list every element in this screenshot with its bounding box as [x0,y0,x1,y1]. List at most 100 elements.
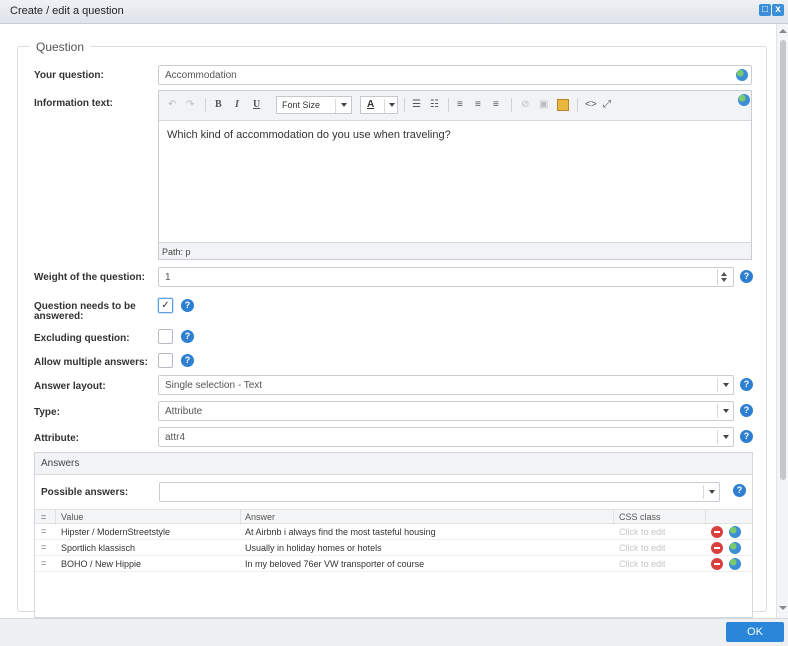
select-divider [335,99,336,113]
scrollbar-thumb[interactable] [780,40,786,480]
help-icon[interactable]: ? [740,378,753,391]
ok-button[interactable]: OK [726,622,784,642]
stepper-down-icon[interactable] [721,278,727,282]
underline-button[interactable]: U [253,99,260,110]
image-icon[interactable]: ▣ [539,99,548,110]
editor-toolbar: ↶ ↷ B I U Font Size A ☰ ☷ ≡ ≡ ≡ ⊘ ▣ <> ⤢ [159,91,751,121]
globe-icon[interactable] [729,526,741,538]
weight-value: 1 [165,272,171,283]
help-icon[interactable]: ? [733,484,746,497]
table-row[interactable]: = BOHO / New Hippie In my beloved 76er V… [35,556,752,572]
redo-icon[interactable]: ↷ [186,99,194,110]
align-left-icon[interactable]: ≡ [457,99,463,110]
help-icon[interactable]: ? [181,330,194,343]
rich-text-editor[interactable]: ↶ ↷ B I U Font Size A ☰ ☷ ≡ ≡ ≡ ⊘ ▣ <> ⤢… [158,90,752,260]
select-divider [384,99,385,113]
table-header-row: = Value Answer CSS class [35,509,752,525]
column-header-answer[interactable]: Answer [245,512,275,522]
type-label: Type: [34,407,60,418]
answer-text-cell[interactable]: At Airbnb i always find the most tastefu… [245,527,436,537]
window-titlebar: Create / edit a question □ x [0,0,788,24]
link-icon[interactable]: ⊘ [521,99,529,110]
delete-icon[interactable] [711,558,723,570]
fullscreen-icon[interactable]: ⤢ [603,99,611,110]
globe-icon[interactable] [738,94,750,106]
close-button[interactable]: x [772,4,784,16]
globe-icon[interactable] [729,542,741,554]
editor-path: Path: p [159,242,751,259]
scroll-down-icon[interactable] [779,606,787,610]
toolbar-divider [205,98,206,112]
column-header-value[interactable]: Value [61,512,83,522]
bold-button[interactable]: B [215,99,222,110]
delete-icon[interactable] [711,526,723,538]
chevron-down-icon [709,490,715,494]
italic-button[interactable]: I [235,99,239,110]
css-class-cell[interactable]: Click to edit [619,527,666,537]
delete-icon[interactable] [711,542,723,554]
stepper-up-icon[interactable] [721,272,727,276]
code-icon[interactable]: <> [585,99,597,110]
column-divider [55,510,56,525]
align-right-icon[interactable]: ≡ [493,99,499,110]
css-class-cell[interactable]: Click to edit [619,543,666,553]
bullet-list-icon[interactable]: ☰ [412,99,421,110]
help-icon[interactable]: ? [740,404,753,417]
type-value: Attribute [165,406,203,417]
help-icon[interactable]: ? [740,270,753,283]
numbered-list-icon[interactable]: ☷ [430,99,439,110]
your-question-input[interactable]: Accommodation [158,65,752,85]
answer-layout-select[interactable]: Single selection - Text [158,375,734,395]
column-header-css-class[interactable]: CSS class [619,512,661,522]
font-color-select[interactable]: A [360,96,398,114]
answer-text-cell[interactable]: Usually in holiday homes or hotels [245,543,382,553]
chevron-down-icon [389,103,395,107]
answer-value-cell[interactable]: Sportlich klassisch [61,543,135,553]
help-icon[interactable]: ? [181,354,194,367]
table-row[interactable]: = Sportlich klassisch Usually in holiday… [35,540,752,556]
weight-stepper[interactable] [717,269,731,285]
font-size-label: Font Size [282,100,321,110]
excluding-label: Excluding question: [34,333,130,344]
drag-handle-icon[interactable]: = [41,542,46,552]
answer-value-cell[interactable]: BOHO / New Hippie [61,559,141,569]
select-divider [717,404,718,418]
font-size-select[interactable]: Font Size [276,96,352,114]
answer-text-cell[interactable]: In my beloved 76er VW transporter of cou… [245,559,424,569]
css-class-cell[interactable]: Click to edit [619,559,666,569]
toolbar-divider [448,98,449,112]
drag-header-icon: = [41,512,47,522]
globe-icon[interactable] [729,558,741,570]
your-question-label: Your question: [34,70,104,81]
needs-answer-checkbox[interactable]: ✓ [158,298,173,313]
attribute-select[interactable]: attr4 [158,427,734,447]
table-row[interactable]: = Hipster / ModernStreetstyle At Airbnb … [35,524,752,540]
help-icon[interactable]: ? [740,430,753,443]
drag-handle-icon[interactable]: = [41,558,46,568]
minimize-button[interactable]: □ [759,4,771,16]
editor-body-text[interactable]: Which kind of accommodation do you use w… [167,129,451,141]
globe-icon[interactable] [736,69,748,81]
answer-value-cell[interactable]: Hipster / ModernStreetstyle [61,527,170,537]
select-divider [717,378,718,392]
attribute-value: attr4 [165,432,186,443]
paste-icon[interactable] [557,99,569,111]
weight-input[interactable]: 1 [158,267,734,287]
answers-panel: Answers Possible answers: ? = Value Answ… [34,452,753,618]
scroll-up-icon[interactable] [779,29,787,33]
vertical-scrollbar[interactable] [776,24,788,618]
possible-answers-select[interactable] [159,482,720,502]
window-title: Create / edit a question [10,5,124,17]
select-divider [703,485,704,499]
drag-handle-icon[interactable]: = [41,526,46,536]
toolbar-divider [511,98,512,112]
help-icon[interactable]: ? [181,299,194,312]
multiple-answers-checkbox[interactable] [158,353,173,368]
excluding-checkbox[interactable] [158,329,173,344]
column-divider [705,510,706,525]
align-center-icon[interactable]: ≡ [475,99,481,110]
type-select[interactable]: Attribute [158,401,734,421]
undo-icon[interactable]: ↶ [168,99,176,110]
multiple-answers-label: Allow multiple answers: [34,357,148,368]
attribute-label: Attribute: [34,433,79,444]
